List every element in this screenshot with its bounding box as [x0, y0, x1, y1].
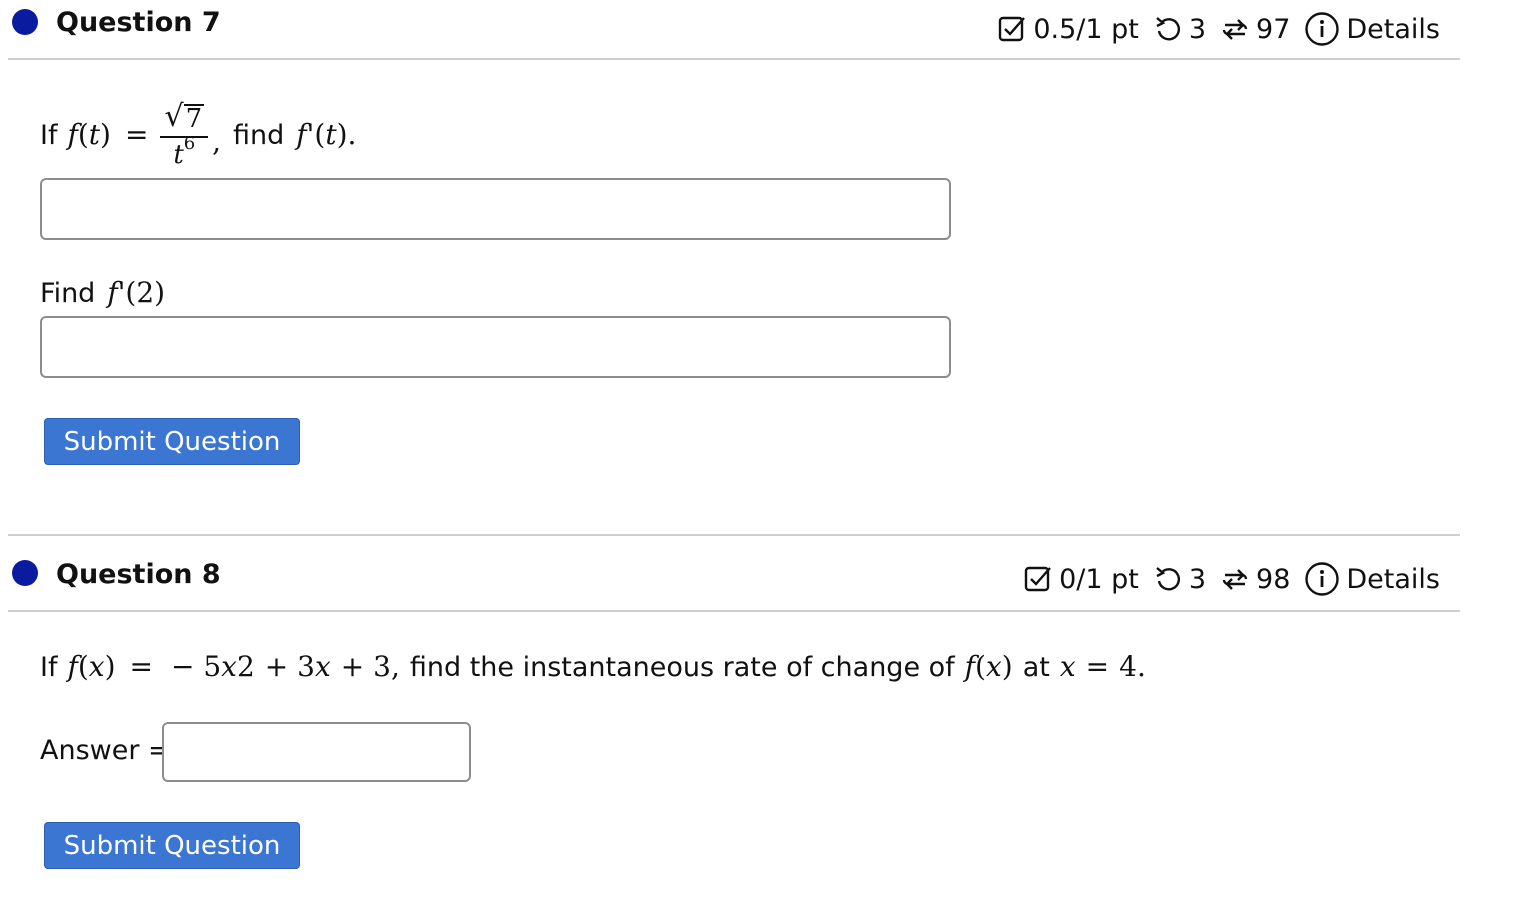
prompt-at: at	[1022, 651, 1050, 683]
paren: (	[77, 650, 89, 683]
question-7-score: 0.5/1 pt	[1033, 13, 1139, 45]
question-7-header-divider	[8, 58, 1460, 60]
prompt-var: t	[88, 118, 101, 151]
retry-icon	[1153, 564, 1183, 594]
equals-sign: =	[1085, 650, 1110, 683]
prompt-var: x	[88, 650, 105, 683]
sqrt-icon: √	[164, 99, 184, 134]
comma: ,	[212, 125, 222, 158]
question-7-submit-button[interactable]: Submit Question	[44, 418, 300, 465]
fraction: √ 7 t6	[160, 99, 209, 170]
prompt-fprime: f	[296, 118, 307, 151]
question-7-answer-input-1[interactable]	[40, 178, 951, 240]
prompt-var: x	[985, 650, 1002, 683]
question-8-attempts: 98	[1256, 563, 1291, 595]
prompt-fn: f	[964, 650, 976, 683]
paren: )	[1001, 650, 1013, 683]
prompt-if: If	[40, 119, 58, 151]
question-8-answer-input[interactable]	[162, 722, 471, 782]
den-base: t	[173, 140, 184, 170]
question-divider	[8, 534, 1460, 536]
find-label: Find	[40, 277, 96, 309]
equals-sign: =	[129, 650, 153, 683]
prompt-value: 4.	[1119, 650, 1146, 683]
prime: '	[306, 118, 315, 151]
paren: )	[100, 118, 111, 151]
prompt-fn: f	[107, 276, 118, 309]
info-icon[interactable]	[1304, 561, 1340, 597]
question-8-header-divider	[8, 610, 1460, 612]
prompt-var: x	[1059, 650, 1076, 683]
prompt-mid: find the instantaneous rate of change of	[409, 651, 955, 683]
expr-var: x	[221, 650, 237, 683]
question-7-prompt: If f ( t ) = √ 7 t6 , find f ' ( t ).	[40, 94, 356, 176]
paren: (	[77, 118, 89, 151]
question-7-find-f-prime-2: Find f ' (2)	[40, 276, 165, 310]
question-7-status-dot	[12, 9, 38, 35]
checkbox-icon	[997, 14, 1027, 44]
retry-icon	[1153, 14, 1183, 44]
question-7-attempts: 97	[1256, 13, 1291, 45]
question-8-retries: 3	[1188, 563, 1207, 595]
den-exponent: 6	[183, 133, 196, 154]
question-8-meta: 0/1 pt 3 98 Details	[1023, 561, 1440, 597]
expr-term: + 3,	[340, 650, 400, 683]
attempts-icon	[1220, 14, 1250, 44]
question-7-retries: 3	[1188, 13, 1207, 45]
attempts-icon	[1220, 564, 1250, 594]
equals-sign: =	[124, 118, 149, 151]
prompt-if: If	[40, 651, 58, 683]
prompt-find: find	[233, 119, 285, 151]
question-8-details-link[interactable]: Details	[1346, 566, 1440, 593]
paren: (	[314, 118, 326, 151]
question-7-title: Question 7	[56, 7, 221, 38]
question-8-prompt: If f ( x ) = − 5 x 2 + 3 x + 3, find the…	[40, 650, 1146, 683]
prime: '	[117, 276, 126, 309]
prompt-var: t	[325, 118, 337, 151]
question-8-submit-button[interactable]: Submit Question	[44, 822, 300, 869]
expr-var: x	[314, 650, 331, 683]
question-7-meta: 0.5/1 pt 3 97 Details	[997, 11, 1440, 47]
prompt-fn: f	[67, 118, 78, 151]
question-8-score: 0/1 pt	[1059, 563, 1139, 595]
expr-term: − 5	[170, 650, 222, 683]
prompt-fn: f	[67, 650, 78, 683]
paren: ).	[336, 118, 357, 151]
paren: )	[104, 650, 116, 683]
question-8-title: Question 8	[56, 559, 221, 590]
paren: (	[975, 650, 986, 683]
prompt-arg: (2)	[125, 276, 166, 309]
info-icon[interactable]	[1304, 11, 1340, 47]
sqrt-value: 7	[183, 104, 205, 134]
expr-term: + 3	[264, 650, 315, 683]
question-7-answer-input-2[interactable]	[40, 316, 951, 378]
checkbox-icon	[1023, 564, 1053, 594]
fraction-denominator: t6	[173, 135, 195, 170]
question-7-details-link[interactable]: Details	[1346, 16, 1440, 43]
question-8-status-dot	[12, 560, 38, 586]
answer-label: Answer =	[40, 735, 171, 766]
